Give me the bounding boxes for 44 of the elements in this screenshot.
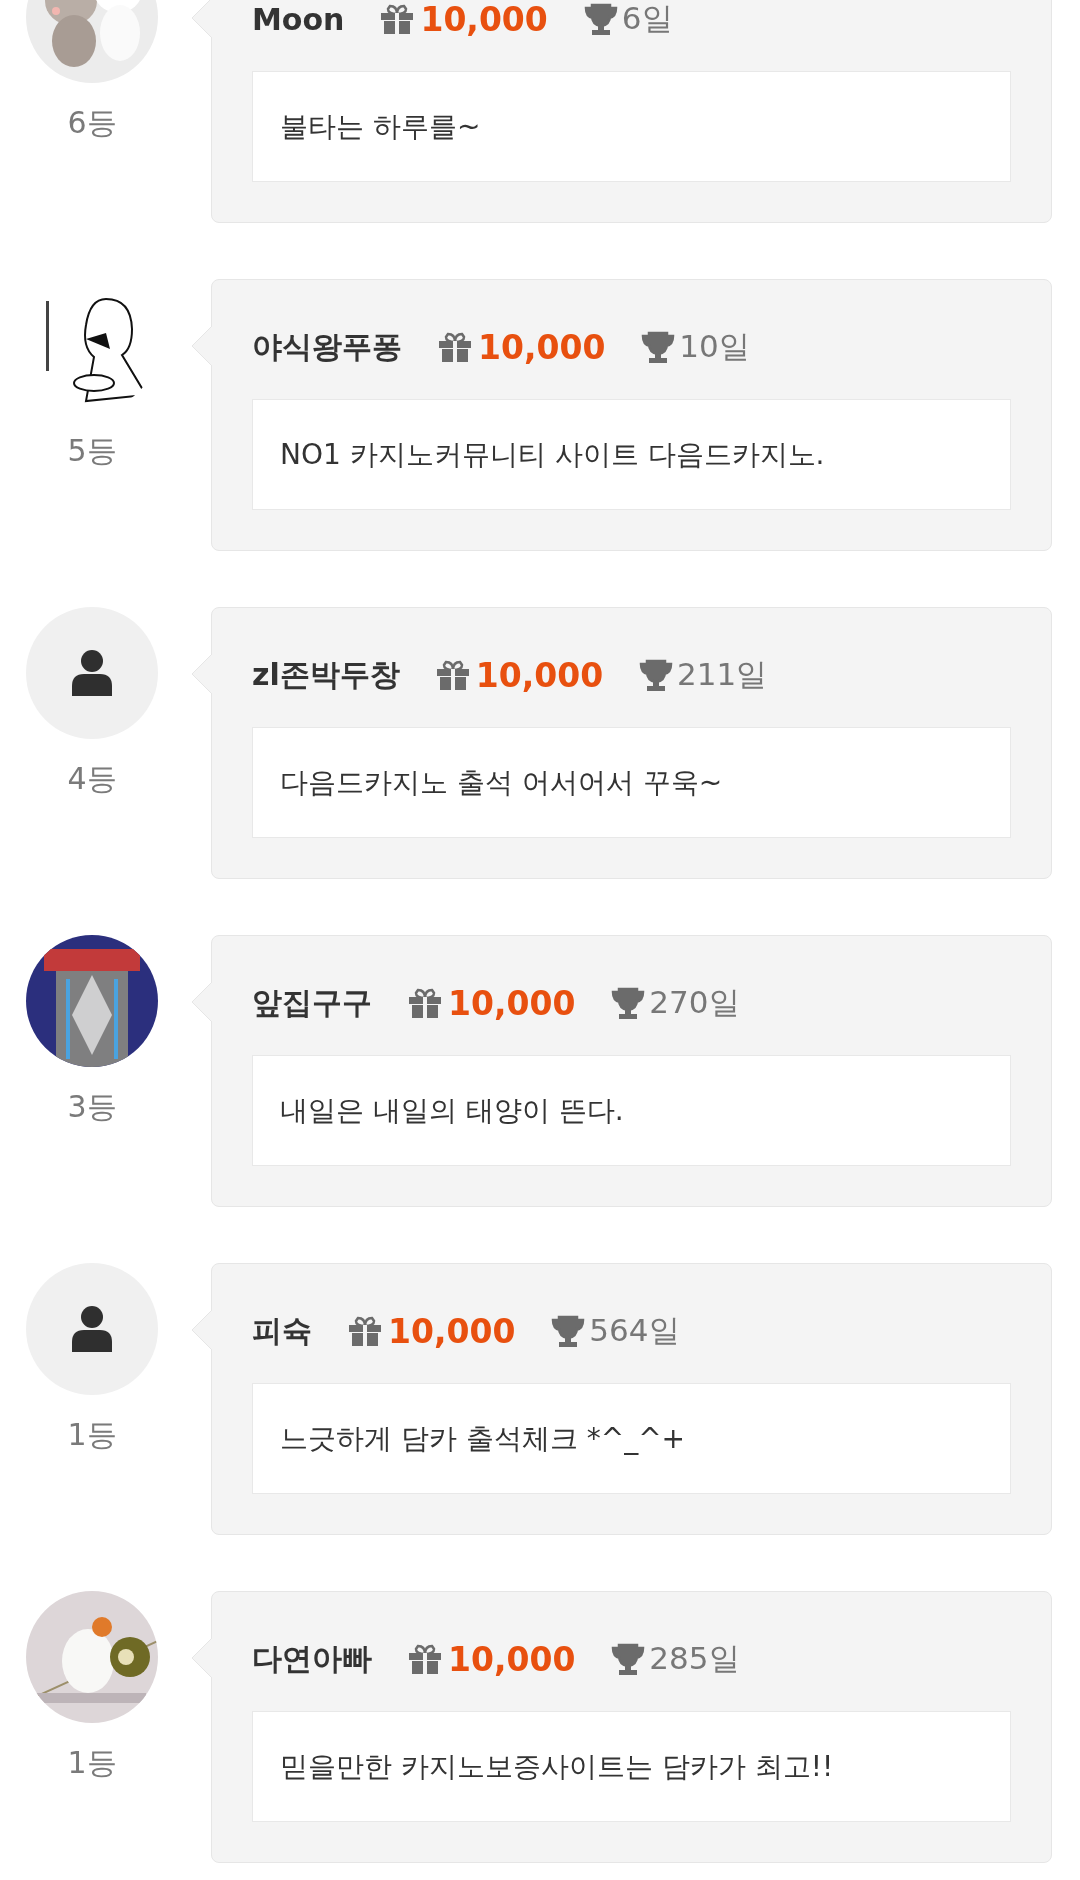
trophy-icon — [611, 987, 646, 1019]
comment-text: 느긋하게 담카 출석체크 *^_^+ — [280, 1420, 686, 1457]
points-value: 10,000 — [388, 1311, 516, 1351]
points-value: 10,000 — [448, 1639, 576, 1679]
comment-text: NO1 카지노커뮤니티 사이트 다음드카지노. — [280, 436, 825, 473]
points-value: 10,000 — [448, 983, 576, 1023]
comment-text: 내일은 내일의 태양이 뜬다. — [280, 1092, 624, 1129]
gift-icon — [438, 332, 472, 362]
user-name: Moon — [252, 1, 345, 37]
rank-label: 5등 — [66, 433, 118, 469]
rank-label: 1등 — [66, 1745, 118, 1781]
trophy-icon — [551, 1315, 586, 1347]
attendance-days: 6일 — [621, 0, 673, 40]
gift-icon — [408, 988, 442, 1018]
attendance-days: 211일 — [677, 654, 768, 696]
person-icon — [72, 1306, 112, 1352]
user-name: 피슉 — [252, 1311, 312, 1350]
comment-text: 다음드카지노 출석 어서어서 꾸욱~ — [280, 764, 723, 801]
attendance-days: 564일 — [589, 1310, 680, 1352]
user-name: 앞집구구 — [252, 983, 372, 1022]
gift-icon — [380, 4, 415, 34]
attendance-days: 270일 — [649, 982, 740, 1024]
trophy-icon — [611, 1643, 646, 1675]
gift-icon — [408, 1644, 442, 1674]
gift-icon — [435, 660, 470, 690]
gift-icon — [348, 1316, 382, 1346]
user-name: zl존박두창 — [252, 655, 400, 694]
rank-label: 1등 — [66, 1417, 118, 1453]
trophy-icon — [583, 3, 618, 35]
rank-label: 6등 — [66, 105, 118, 141]
comment-text: 믿을만한 카지노보증사이트는 담카가 최고!! — [280, 1748, 834, 1785]
points-value: 10,000 — [475, 655, 604, 695]
user-name: 다연아빠 — [252, 1639, 372, 1678]
trophy-icon — [639, 659, 674, 691]
points-value: 10,000 — [420, 0, 548, 39]
person-icon — [72, 650, 112, 696]
rank-label: 3등 — [66, 1089, 118, 1125]
attendance-days: 285일 — [649, 1638, 740, 1680]
user-name: 야식왕푸퐁 — [252, 327, 402, 366]
comment-text: 불타는 하루를~ — [280, 108, 481, 145]
rank-label: 4등 — [66, 761, 118, 797]
points-value: 10,000 — [478, 327, 606, 367]
attendance-days: 10일 — [679, 326, 750, 368]
trophy-icon — [641, 331, 676, 363]
